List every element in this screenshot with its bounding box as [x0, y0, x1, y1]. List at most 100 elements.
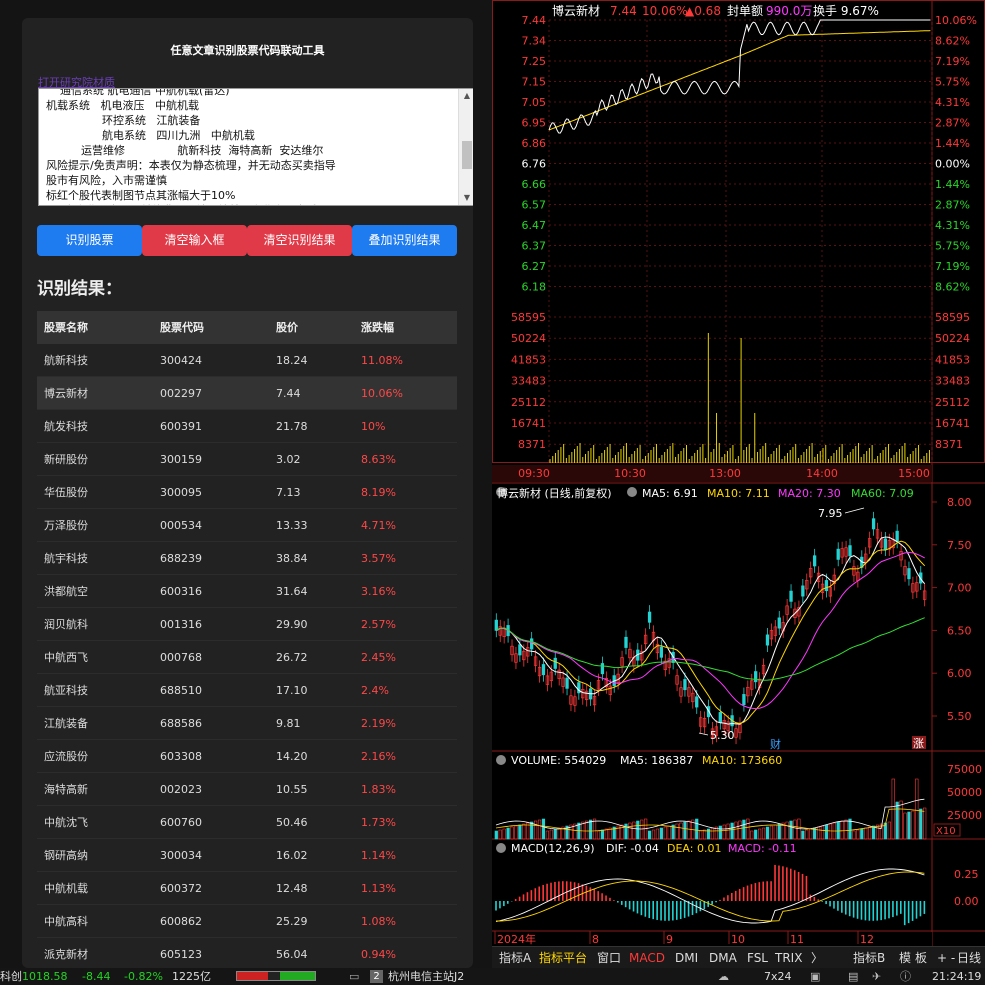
header-price[interactable]: 股价 — [269, 311, 354, 344]
header-name[interactable]: 股票名称 — [37, 311, 153, 344]
tab-11[interactable]: 板 — [912, 949, 930, 967]
cloud-icon[interactable]: ☁ — [718, 968, 729, 985]
table-row[interactable]: 中航高科 600862 25.29 1.08% — [37, 905, 457, 938]
scroll-up-icon[interactable]: ▲ — [459, 89, 473, 103]
avg-price-line — [548, 30, 931, 131]
macd-tick-1: 0.25 — [954, 868, 979, 881]
stock-name-cell: 钢研高纳 — [44, 849, 88, 862]
candle-body — [553, 657, 557, 669]
header-change[interactable]: 涨跌幅 — [354, 311, 457, 344]
identify-stocks-button[interactable]: 识别股票 — [37, 225, 142, 256]
table-row[interactable]: 钢研高纳 300034 16.02 1.14% — [37, 839, 457, 872]
status-bar: 科创 1018.58 -8.44 -0.82% 1225亿 ▭ 2 杭州电信主站… — [0, 968, 985, 985]
stock-change-cell: 8.19% — [361, 486, 396, 499]
table-row[interactable]: 派克新材 605123 56.04 0.94% — [37, 938, 457, 968]
vol-tick: 16741 — [511, 417, 546, 430]
tab-1[interactable]: 指标平台 — [536, 949, 590, 967]
volume-collapse-icon[interactable] — [496, 755, 506, 765]
table-row[interactable]: 海特高新 002023 10.55 1.83% — [37, 773, 457, 806]
table-row[interactable]: 中航西飞 000768 26.72 2.45% — [37, 641, 457, 674]
tab-3[interactable]: MACD — [626, 949, 668, 967]
stock-price-cell: 29.90 — [276, 618, 308, 631]
stock-name-cell: 派克新材 — [44, 948, 88, 961]
time-tick: 13:00 — [709, 467, 741, 480]
cai-marker[interactable]: 财 — [770, 737, 781, 751]
daily-volume-bar — [679, 822, 683, 840]
candle-body — [530, 638, 534, 650]
table-row[interactable]: 航亚科技 688510 17.10 2.4% — [37, 674, 457, 707]
daily-volume-bar — [852, 830, 856, 840]
stock-code-cell: 688586 — [160, 717, 202, 730]
tab-9[interactable]: 指标B — [850, 949, 888, 967]
stock-price-cell: 50.46 — [276, 816, 308, 829]
window-icon[interactable]: ▭ — [349, 968, 359, 985]
tab-6[interactable]: FSL — [744, 949, 771, 967]
table-row[interactable]: 航宇科技 688239 38.84 3.57% — [37, 542, 457, 575]
daily-volume-bar — [699, 830, 703, 840]
pct-ref-tick: 0.00% — [935, 158, 970, 171]
server-num: 2 — [370, 970, 383, 983]
scroll-down-icon[interactable]: ▼ — [459, 191, 473, 205]
textarea-line: 环控系统 江航装备 — [46, 114, 201, 127]
tab-8[interactable]: 〉 — [808, 949, 826, 967]
stock-price-cell: 25.29 — [276, 915, 308, 928]
daily-price-tick: 5.50 — [947, 710, 972, 723]
table-row[interactable]: 润贝航科 001316 29.90 2.57% — [37, 608, 457, 641]
candle-body — [812, 555, 817, 567]
ma20-line — [496, 551, 925, 710]
daily-volume-bar — [754, 829, 758, 840]
tab-5[interactable]: DMA — [706, 949, 740, 967]
stock-price-cell: 18.24 — [276, 354, 308, 367]
tab-2[interactable]: 窗口 — [594, 949, 624, 967]
macd-collapse-icon[interactable] — [496, 843, 506, 853]
table-row[interactable]: 万泽股份 000534 13.33 4.71% — [37, 509, 457, 542]
daily-volume-bar — [518, 824, 522, 840]
chart-icon[interactable]: ▤ — [848, 968, 858, 985]
monitor-icon[interactable]: ▣ — [810, 968, 820, 985]
tab-0[interactable]: 指标A — [496, 949, 534, 967]
layout-label[interactable]: 7x24 — [764, 968, 792, 985]
daily-volume-bar — [923, 807, 927, 840]
table-row[interactable]: 中航沈飞 600760 50.46 1.73% — [37, 806, 457, 839]
article-textarea[interactable]: 通信系统 航电通信 中航机载(雷达) 机载系统 机电液压 中航机载 环控系统 江航… — [38, 88, 473, 206]
daily-volume-bar — [632, 821, 636, 840]
price-tick: 7.05 — [522, 96, 547, 109]
tab-4[interactable]: DMI — [672, 949, 701, 967]
table-row[interactable]: 新研股份 300159 3.02 8.63% — [37, 443, 457, 476]
append-results-button[interactable]: 叠加识别结果 — [352, 225, 457, 256]
scroll-thumb[interactable] — [462, 141, 472, 169]
textarea-content: 通信系统 航电通信 中航机载(雷达) 机载系统 机电液压 中航机载 环控系统 江航… — [46, 89, 456, 205]
table-row[interactable]: 江航装备 688586 9.81 2.19% — [37, 707, 457, 740]
period-selector[interactable]: 日线 — [954, 949, 984, 967]
table-row[interactable]: 洪都航空 600316 31.64 3.16% — [37, 575, 457, 608]
zhang-marker[interactable]: 涨 — [913, 737, 924, 750]
price-tick: 7.34 — [522, 35, 547, 48]
volume-ma10: MA10: 173660 — [702, 754, 782, 767]
alert-icon[interactable]: ⓘ — [900, 968, 911, 985]
pct-tick: 1.44% — [935, 178, 970, 191]
daily-price-tick: 6.00 — [947, 667, 972, 680]
clear-input-button[interactable]: 清空输入框 — [142, 225, 247, 256]
daily-volume-bar — [533, 820, 538, 840]
stock-change-cell: 10% — [361, 420, 386, 433]
table-row[interactable]: 航发科技 600391 21.78 10% — [37, 410, 457, 443]
candle-body — [907, 568, 911, 580]
daily-volume-bar — [510, 826, 514, 840]
stock-name-cell: 中航机载 — [44, 882, 88, 895]
table-row[interactable]: 航新科技 300424 18.24 11.08% — [37, 344, 457, 377]
intraday-change: ▲0.68 — [685, 4, 721, 18]
clear-results-button[interactable]: 清空识别结果 — [247, 225, 352, 256]
table-row[interactable]: 博云新材 002297 7.44 10.06% — [37, 377, 457, 410]
table-row[interactable]: 应流股份 603308 14.20 2.16% — [37, 740, 457, 773]
table-row[interactable]: 中航机载 600372 12.48 1.13% — [37, 872, 457, 905]
table-row[interactable]: 华伍股份 300095 7.13 8.19% — [37, 476, 457, 509]
tab-7[interactable]: TRIX — [772, 949, 805, 967]
server-name[interactable]: 杭州电信主站J2 — [388, 968, 464, 985]
daily-ma60: MA60: 7.09 — [851, 487, 914, 500]
stock-charts[interactable]: 7.44 7.34 7.25 7.15 7.05 6.95 6.86 6.76 6.66 6.57… — [492, 0, 985, 946]
textarea-scrollbar[interactable]: ▲ ▼ — [458, 89, 473, 205]
header-code[interactable]: 股票代码 — [153, 311, 269, 344]
ma-settings-icon[interactable] — [627, 487, 637, 497]
daily-volume-bar — [765, 826, 770, 840]
signal-icon[interactable]: ✈ — [872, 968, 881, 985]
